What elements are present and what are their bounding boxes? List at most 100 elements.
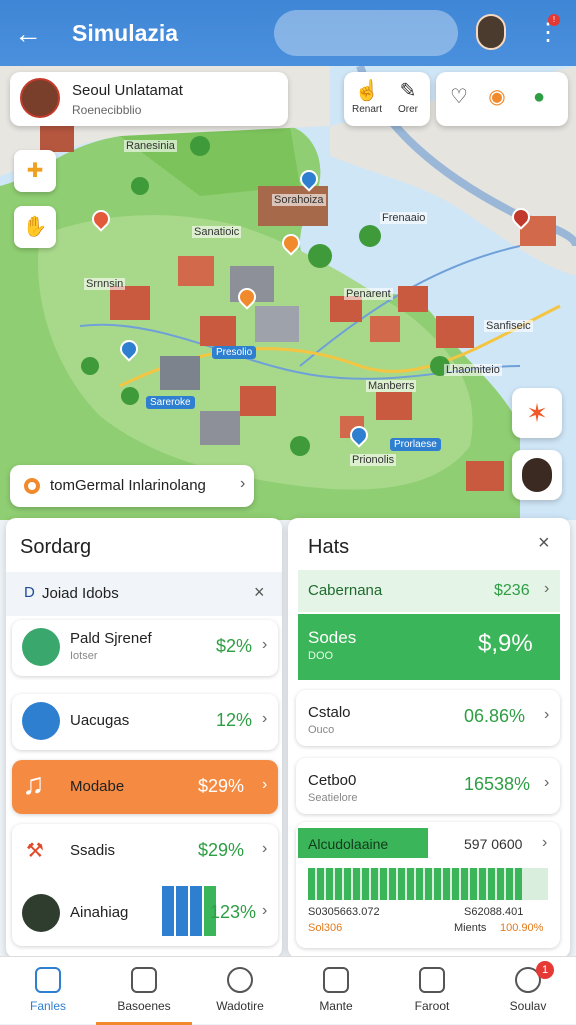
row-label: Sodes xyxy=(308,628,357,647)
map-chip[interactable]: Sareroke xyxy=(146,396,195,409)
globe-icon[interactable]: ◉ xyxy=(482,84,512,110)
profile-name: Seoul Unlatamat xyxy=(72,82,183,99)
map-label: Prionolis xyxy=(350,454,397,466)
hats-row[interactable]: Cabernana $236 › xyxy=(298,570,560,612)
lines-icon xyxy=(22,702,60,740)
chevron-right-icon: › xyxy=(262,776,268,793)
close-filter-icon[interactable]: × xyxy=(254,582,265,603)
map-label: Penarent xyxy=(344,288,393,300)
nav-label: Soulav xyxy=(509,999,547,1013)
page-title: Simulazia xyxy=(72,20,179,46)
nav-item-chat[interactable]: Wadotire xyxy=(192,957,288,1025)
progress-label: Alcudolaaine xyxy=(308,836,389,852)
profile-avatar xyxy=(20,78,60,118)
search-pill[interactable] xyxy=(274,10,458,56)
row-sub: Seatielore xyxy=(308,792,358,804)
menu-badge: ! xyxy=(548,14,560,26)
hats-row-highlight[interactable]: Sodes DOO $,9% xyxy=(298,614,560,680)
progress-right-label: Mients xyxy=(454,922,487,934)
route-dot-icon xyxy=(24,478,40,494)
row-label: Cetbo0 xyxy=(308,772,357,789)
progress-left-note: Sol306 xyxy=(308,922,343,934)
summary-filter-bar[interactable]: D Joiad Idobs × xyxy=(6,572,282,616)
route-label: tomGermal Inlarinolang xyxy=(50,477,206,494)
row-sub: Ouco xyxy=(308,724,335,736)
summary-title: Sordarg xyxy=(20,536,92,558)
map-label: Manberrs xyxy=(366,380,417,392)
progress-card[interactable]: Alcudolaaine 597 0600 › S0305663.072 S62… xyxy=(296,822,560,948)
chevron-right-icon: › xyxy=(544,774,550,791)
row-value: $29% xyxy=(198,840,245,860)
hand-tool-button[interactable]: ✋ xyxy=(14,206,56,248)
map-label: Frenaaio xyxy=(380,212,428,224)
row-label: Pald Sjrenef xyxy=(70,630,152,647)
hats-row[interactable]: Cetbo0 Seatielore 16538% › xyxy=(296,758,560,814)
tools-icon: ⚒ xyxy=(26,840,44,862)
row-value: 16538% xyxy=(464,774,531,794)
profile-card[interactable]: Seoul Unlatamat Roenecibblio xyxy=(10,72,288,126)
nav-item-folder[interactable]: Faroot xyxy=(384,957,480,1025)
progress-value: 597 0600 xyxy=(464,836,523,852)
tool-renart-button[interactable]: ☝ Renart xyxy=(348,78,386,115)
filter-label: Joiad Idobs xyxy=(42,585,119,602)
nav-item-home[interactable]: Fanles xyxy=(0,957,96,1025)
app-header: ← Simulazia ⋮ ! xyxy=(0,0,576,66)
thumb-icon: ☝ xyxy=(354,80,380,102)
chevron-right-icon: › xyxy=(262,902,268,919)
chevron-right-icon: › xyxy=(262,710,268,727)
user-avatar[interactable] xyxy=(476,14,506,50)
person-avatar xyxy=(22,894,60,932)
map-label: Srnnsin xyxy=(84,278,126,290)
chevron-right-icon: › xyxy=(262,840,268,857)
summary-row[interactable]: Pald Sjrenef Iotser $2% › xyxy=(12,620,278,676)
tool-orer-button[interactable]: ✎ Orer xyxy=(390,78,426,115)
list-icon xyxy=(131,967,157,993)
star-button[interactable]: ✶ xyxy=(512,388,562,438)
nav-item-messages[interactable]: Soulav 1 xyxy=(480,957,576,1025)
nav-label: Basoenes xyxy=(117,999,171,1013)
progress-left-caption: S0305663.072 xyxy=(308,906,380,918)
nav-item-clock[interactable]: Mante xyxy=(288,957,384,1025)
heart-icon[interactable]: ♡ xyxy=(444,84,474,110)
person-avatar xyxy=(22,628,60,666)
row-label[interactable]: Ainahiag xyxy=(70,904,128,921)
row-value: 12% xyxy=(216,710,253,730)
map-view[interactable]: Ranesinia Sorahoiza Sanatioic Frenaaio S… xyxy=(0,66,576,520)
person-avatar-button[interactable] xyxy=(512,450,562,500)
profile-subtitle: Roenecibblio xyxy=(72,103,142,117)
nav-label: Fanles xyxy=(29,999,67,1013)
summary-row[interactable]: Uacugas 12% › xyxy=(12,694,278,750)
chat-bubble-icon[interactable]: ● xyxy=(524,84,554,110)
map-label: Lhaomiteio xyxy=(444,364,502,376)
hats-row[interactable]: Cstalo Ouco 06.86% › xyxy=(296,690,560,746)
hats-panel: Hats × Cabernana $236 › Sodes DOO $,9% C… xyxy=(288,518,570,958)
clock-icon xyxy=(323,967,349,993)
pen-icon: ✎ xyxy=(399,80,417,102)
row-value: $,9% xyxy=(478,630,533,657)
progress-right-value: 100.90% xyxy=(500,922,544,934)
progress-track xyxy=(308,868,548,900)
back-arrow-icon[interactable]: ← xyxy=(14,16,50,52)
row-label: Uacugas xyxy=(70,712,130,729)
nav-item-list[interactable]: Basoenes xyxy=(96,957,192,1025)
music-note-icon: ♫ xyxy=(22,768,45,801)
chevron-right-icon: › xyxy=(240,475,246,492)
folder-icon xyxy=(419,967,445,993)
close-icon[interactable]: × xyxy=(538,532,550,555)
map-label: Sorahoiza xyxy=(272,194,326,206)
summary-row-selected[interactable]: ♫ Modabe $29% › xyxy=(12,760,278,814)
route-pill[interactable]: tomGermal Inlarinolang › xyxy=(10,465,254,507)
chevron-right-icon: › xyxy=(544,580,550,597)
row-label: Cstalo xyxy=(308,704,351,721)
summary-row-group: ⚒ Ssadis $29% › Ainahiag 123% › xyxy=(12,824,278,946)
pin-tool-button[interactable]: ✚ xyxy=(14,150,56,192)
progress-fill xyxy=(308,868,524,900)
home-icon xyxy=(35,967,61,993)
map-chip[interactable]: Prorlaese xyxy=(390,438,441,451)
row-label[interactable]: Ssadis xyxy=(70,842,115,859)
nav-label: Wadotire xyxy=(216,999,264,1013)
map-label: Ranesinia xyxy=(124,140,177,152)
map-layers-card: ♡ ◉ ● xyxy=(436,72,568,126)
map-chip[interactable]: Presolio xyxy=(212,346,257,359)
row-sub: DOO xyxy=(308,650,334,662)
